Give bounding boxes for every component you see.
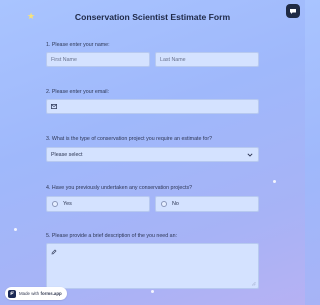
email-icon	[51, 104, 57, 109]
radio-option-yes[interactable]: Yes	[46, 196, 150, 212]
radio-circle-icon	[52, 201, 58, 207]
radio-option-label: Yes	[63, 201, 72, 207]
question-3-label: 3. What is the type of conservation proj…	[46, 136, 213, 142]
project-type-select[interactable]: Please select	[46, 147, 259, 162]
first-name-input[interactable]: First Name	[46, 52, 150, 67]
badge-prefix: Made with	[19, 291, 40, 296]
pencil-icon	[51, 249, 57, 255]
resize-handle-icon[interactable]	[251, 281, 256, 286]
last-name-input[interactable]: Last Name	[155, 52, 259, 67]
question-2-label: 2. Please enter your email:	[46, 89, 110, 95]
first-name-placeholder: First Name	[51, 56, 77, 63]
made-with-badge[interactable]: Made with forms.app	[5, 287, 67, 300]
question-5-label: 5. Please provide a brief description of…	[46, 233, 178, 239]
sparkle-decoration	[151, 290, 154, 293]
badge-brand: forms.app	[40, 291, 62, 296]
last-name-placeholder: Last Name	[160, 56, 186, 63]
description-textarea[interactable]	[46, 243, 259, 289]
chevron-down-icon	[247, 152, 253, 157]
project-type-selected: Please select	[51, 151, 83, 158]
email-input[interactable]	[46, 99, 259, 114]
radio-circle-icon	[161, 201, 167, 207]
radio-option-no[interactable]: No	[155, 196, 259, 212]
sparkle-decoration	[273, 180, 276, 183]
question-1-label: 1. Please enter your name:	[46, 42, 110, 48]
forms-app-logo-icon	[8, 289, 16, 298]
sparkle-decoration	[14, 228, 17, 231]
question-4-label: 4. Have you previously undertaken any co…	[46, 185, 193, 191]
form-title: Conservation Scientist Estimate Form	[74, 12, 231, 22]
radio-option-label: No	[172, 201, 179, 207]
